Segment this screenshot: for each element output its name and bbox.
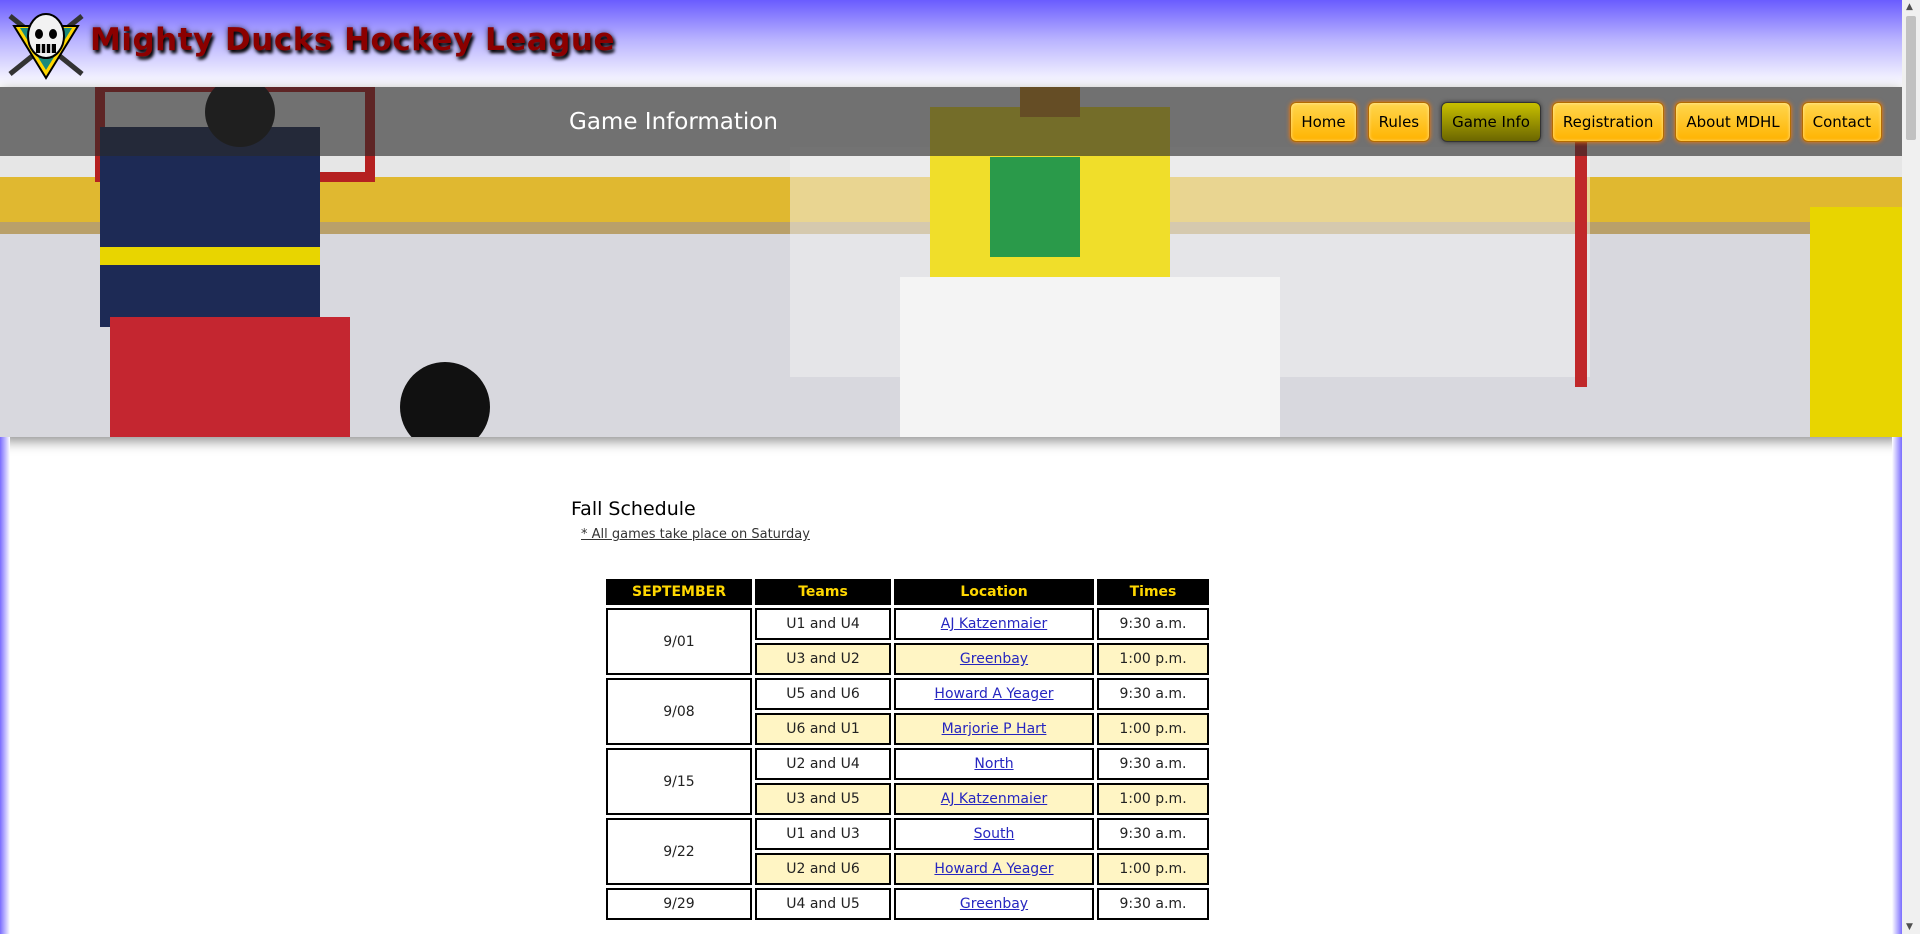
- column-header-month: SEPTEMBER: [606, 579, 752, 605]
- hockey-mask-logo-icon[interactable]: [6, 8, 86, 80]
- teams-cell: U4 and U5: [755, 888, 891, 920]
- site-header: Mighty Ducks Hockey League: [0, 0, 1902, 87]
- teams-cell: U3 and U5: [755, 783, 891, 815]
- location-link[interactable]: AJ Katzenmaier: [941, 791, 1047, 807]
- game-date-cell: 9/15: [606, 748, 752, 815]
- site-title: Mighty Ducks Hockey League: [90, 22, 615, 58]
- teams-cell: U2 and U6: [755, 853, 891, 885]
- location-link[interactable]: South: [974, 826, 1015, 842]
- time-cell: 9:30 a.m.: [1097, 748, 1209, 780]
- scrollbar-thumb[interactable]: [1906, 16, 1916, 140]
- location-link[interactable]: Greenbay: [960, 896, 1028, 912]
- main-content: Fall Schedule * All games take place on …: [571, 498, 1331, 920]
- location-cell: Howard A Yeager: [894, 678, 1094, 710]
- table-row: 9/29 U4 and U5 Greenbay 9:30 a.m.: [606, 888, 1209, 920]
- nav-about-button[interactable]: About MDHL: [1675, 102, 1791, 142]
- nav-game-info-button[interactable]: Game Info: [1441, 102, 1541, 142]
- section-title: Fall Schedule: [571, 498, 696, 520]
- time-cell: 9:30 a.m.: [1097, 608, 1209, 640]
- location-link[interactable]: Marjorie P Hart: [942, 721, 1047, 737]
- location-cell: Greenbay: [894, 888, 1094, 920]
- column-header-times: Times: [1097, 579, 1209, 605]
- nav-registration-button[interactable]: Registration: [1551, 102, 1665, 142]
- teams-cell: U1 and U4: [755, 608, 891, 640]
- page-title: Game Information: [569, 109, 778, 135]
- location-cell: AJ Katzenmaier: [894, 783, 1094, 815]
- vertical-scrollbar[interactable]: ▲ ▼: [1902, 0, 1920, 934]
- teams-cell: U2 and U4: [755, 748, 891, 780]
- location-cell: South: [894, 818, 1094, 850]
- scroll-up-arrow-icon[interactable]: ▲: [1906, 2, 1913, 12]
- column-header-location: Location: [894, 579, 1094, 605]
- hero-banner: Game Information Home Rules Game Info Re…: [0, 87, 1902, 437]
- time-cell: 1:00 p.m.: [1097, 713, 1209, 745]
- game-date-cell: 9/29: [606, 888, 752, 920]
- page-edge-right: [1892, 437, 1902, 934]
- location-link[interactable]: Howard A Yeager: [934, 861, 1053, 877]
- location-link[interactable]: North: [974, 756, 1013, 772]
- table-row: 9/22 U1 and U3 South 9:30 a.m.: [606, 818, 1209, 885]
- time-cell: 9:30 a.m.: [1097, 818, 1209, 850]
- location-link[interactable]: Howard A Yeager: [934, 686, 1053, 702]
- teams-cell: U1 and U3: [755, 818, 891, 850]
- location-cell: Greenbay: [894, 643, 1094, 675]
- location-cell: AJ Katzenmaier: [894, 608, 1094, 640]
- schedule-note: * All games take place on Saturday: [581, 527, 810, 542]
- nav-rules-button[interactable]: Rules: [1367, 102, 1431, 142]
- schedule-table: SEPTEMBER Teams Location Times 9/01 U1 a…: [603, 576, 1212, 923]
- time-cell: 9:30 a.m.: [1097, 888, 1209, 920]
- time-cell: 1:00 p.m.: [1097, 783, 1209, 815]
- nav-contact-button[interactable]: Contact: [1801, 102, 1882, 142]
- table-row: 9/08 U5 and U6 Howard A Yeager 9:30 a.m.: [606, 678, 1209, 745]
- main-nav: Home Rules Game Info Registration About …: [1290, 102, 1882, 142]
- teams-cell: U3 and U2: [755, 643, 891, 675]
- teams-cell: U5 and U6: [755, 678, 891, 710]
- table-header-row: SEPTEMBER Teams Location Times: [606, 579, 1209, 605]
- time-cell: 1:00 p.m.: [1097, 853, 1209, 885]
- scroll-down-arrow-icon[interactable]: ▼: [1906, 922, 1913, 932]
- location-cell: Howard A Yeager: [894, 853, 1094, 885]
- nav-home-button[interactable]: Home: [1290, 102, 1357, 142]
- location-link[interactable]: AJ Katzenmaier: [941, 616, 1047, 632]
- location-link[interactable]: Greenbay: [960, 651, 1028, 667]
- table-row: 9/15 U2 and U4 North 9:30 a.m.: [606, 748, 1209, 815]
- game-date-cell: 9/01: [606, 608, 752, 675]
- time-cell: 1:00 p.m.: [1097, 643, 1209, 675]
- location-cell: North: [894, 748, 1094, 780]
- teams-cell: U6 and U1: [755, 713, 891, 745]
- game-date-cell: 9/08: [606, 678, 752, 745]
- location-cell: Marjorie P Hart: [894, 713, 1094, 745]
- time-cell: 9:30 a.m.: [1097, 678, 1209, 710]
- table-row: 9/01 U1 and U4 AJ Katzenmaier 9:30 a.m.: [606, 608, 1209, 675]
- game-date-cell: 9/22: [606, 818, 752, 885]
- page-edge-left: [0, 437, 10, 934]
- column-header-teams: Teams: [755, 579, 891, 605]
